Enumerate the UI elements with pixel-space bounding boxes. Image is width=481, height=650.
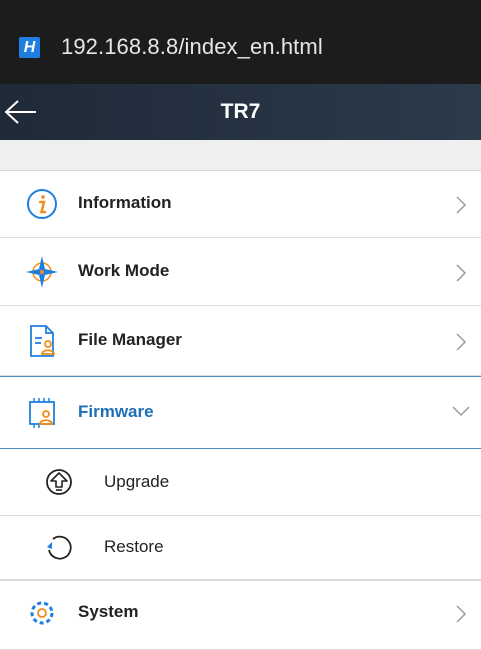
file-manager-icon	[30, 325, 55, 357]
chevron-right-icon	[456, 605, 467, 623]
menu-item-label: Work Mode	[78, 261, 170, 280]
menu-item-work-mode[interactable]: Work Mode	[0, 238, 481, 306]
menu-item-label: File Manager	[78, 330, 182, 349]
upgrade-icon	[46, 469, 72, 495]
menu-item-firmware[interactable]: Firmware	[0, 376, 481, 449]
chevron-right-icon	[456, 264, 467, 282]
menu-item-file-manager[interactable]: File Manager	[0, 306, 481, 376]
menu-item-system[interactable]: System	[0, 580, 481, 650]
chevron-right-icon	[456, 333, 467, 351]
info-icon	[27, 189, 57, 219]
firmware-icon	[29, 398, 55, 428]
menu-item-label: System	[78, 602, 139, 621]
app-header: TR7	[0, 84, 481, 140]
submenu-item-label: Restore	[104, 537, 164, 556]
url-text[interactable]: 192.168.8.8/index_en.html	[61, 34, 323, 60]
menu-item-information[interactable]: Information	[0, 171, 481, 238]
gear-icon	[30, 601, 54, 625]
restore-icon	[47, 535, 72, 560]
chevron-down-icon	[452, 406, 470, 417]
chevron-right-icon	[456, 196, 467, 214]
browser-logo-icon: H	[19, 37, 40, 58]
submenu-item-upgrade[interactable]: Upgrade	[0, 449, 481, 516]
submenu-item-restore[interactable]: Restore	[0, 516, 481, 580]
submenu-item-label: Upgrade	[104, 472, 170, 491]
menu-item-label: Firmware	[78, 402, 154, 421]
browser-address-bar: H 192.168.8.8/index_en.html	[0, 0, 481, 84]
section-spacer	[0, 140, 481, 171]
page-title: TR7	[220, 100, 261, 123]
compass-icon	[26, 256, 58, 288]
menu-item-label: Information	[78, 193, 172, 212]
